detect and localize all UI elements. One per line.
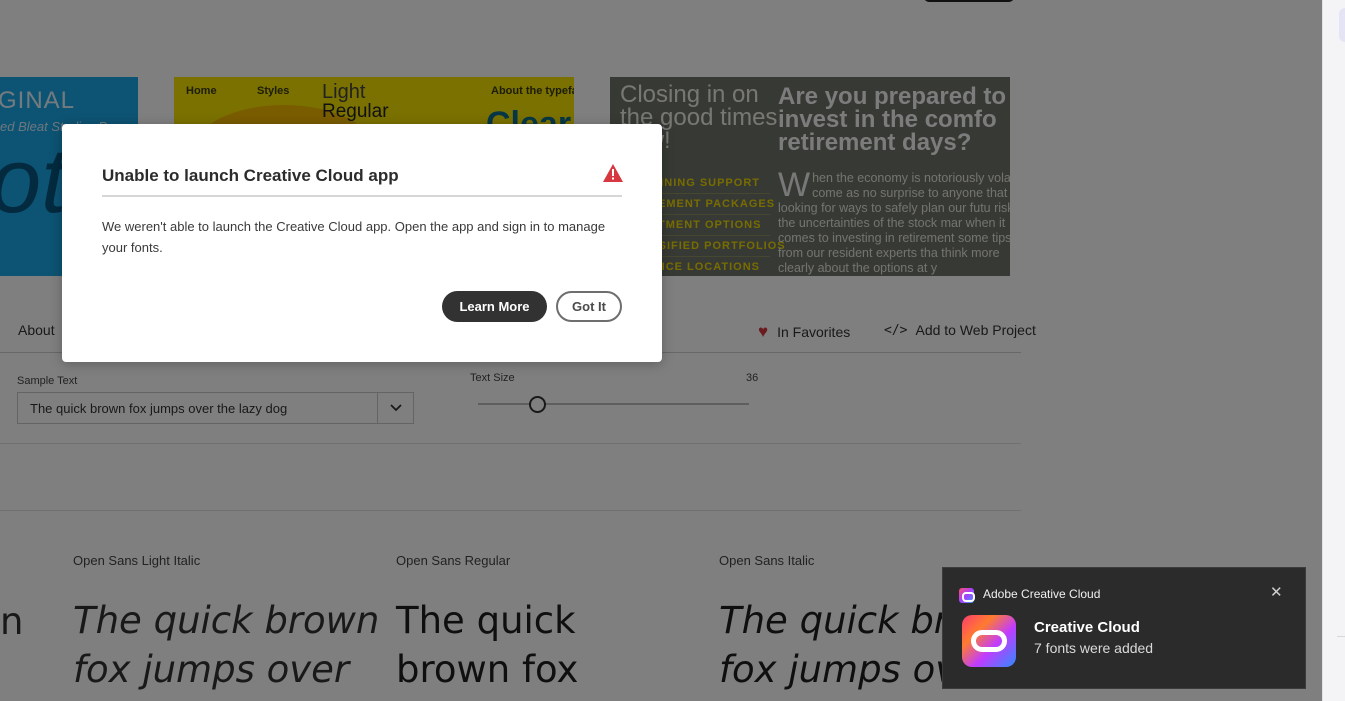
dialog-divider	[102, 195, 622, 197]
side-panel-chip[interactable]	[1339, 8, 1345, 42]
learn-more-button[interactable]: Learn More	[442, 291, 547, 322]
page: GINAL ed Bleat Studios Pro ota Home Styl…	[0, 0, 1345, 701]
warning-icon	[603, 164, 623, 182]
notification-toast[interactable]: Adobe Creative Cloud ✕ Creative Cloud 7 …	[942, 567, 1306, 689]
divider	[1337, 636, 1345, 637]
error-dialog: Unable to launch Creative Cloud app We w…	[62, 124, 662, 362]
creative-cloud-small-icon	[959, 588, 975, 603]
dialog-message: We weren't able to launch the Creative C…	[102, 219, 606, 255]
notification-subtext: 7 fonts were added	[1034, 640, 1154, 656]
side-panel-edge	[1322, 0, 1345, 701]
notification-app-name: Adobe Creative Cloud	[983, 587, 1101, 601]
dialog-title: Unable to launch Creative Cloud app	[102, 166, 399, 185]
notification-heading: Creative Cloud	[1034, 619, 1140, 636]
got-it-button[interactable]: Got It	[556, 291, 622, 322]
close-icon[interactable]: ✕	[1270, 583, 1283, 601]
creative-cloud-icon	[962, 615, 1016, 667]
